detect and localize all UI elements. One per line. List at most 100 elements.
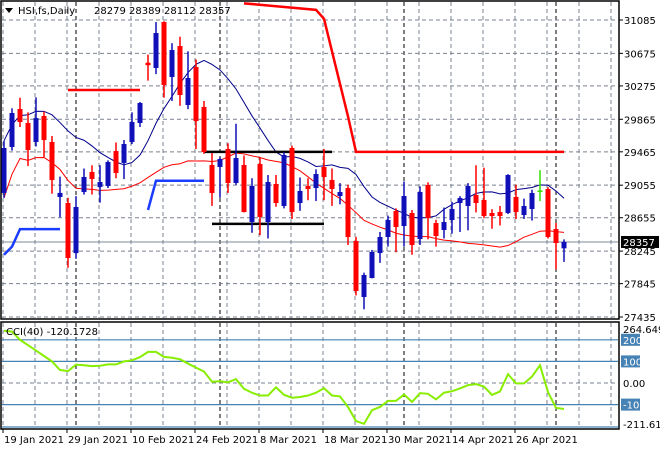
candle-body [425, 185, 431, 219]
candle-body [9, 113, 15, 148]
candle-body [233, 158, 239, 183]
candle [65, 197, 71, 268]
price-tick-label: 29055 [624, 181, 656, 192]
candle-body [393, 210, 399, 228]
price-tick-label: 27435 [624, 313, 656, 324]
candle-body [313, 174, 319, 189]
candle-body [361, 275, 367, 297]
date-tick-label: 26 Apr 2021 [516, 435, 578, 446]
candle-body [273, 183, 279, 204]
candle-body [145, 62, 151, 66]
candle-body [281, 154, 287, 207]
candle-body [329, 179, 335, 190]
candle-body [545, 189, 551, 238]
candle-body [441, 222, 447, 231]
candle-body [265, 182, 271, 223]
candle-body [17, 109, 23, 123]
candle-body [153, 33, 159, 69]
candle-body [529, 192, 535, 210]
candle-body [97, 182, 103, 187]
candle-body [1, 147, 7, 193]
candle-body [465, 185, 471, 207]
candle-body [353, 241, 359, 291]
date-tick-label: 24 Feb 2021 [196, 435, 258, 446]
candle-body [417, 192, 423, 240]
candle [505, 174, 511, 215]
cci-tick-label: 200 [623, 336, 642, 347]
last-price-label: 28357 [623, 238, 655, 249]
cci-tick-label: 100 [623, 357, 642, 368]
trading-chart[interactable]: 264.64922001000.00-100-211.614 310853067… [0, 0, 660, 450]
candle-body [105, 161, 111, 186]
date-tick-label: 30 Mar 2021 [388, 435, 451, 446]
candle-body [377, 237, 383, 254]
cci-label: CCI(40) -120.1728 [6, 327, 98, 338]
candle [369, 249, 375, 279]
candle-body [449, 209, 455, 221]
candle-body [249, 185, 255, 223]
candle-body [113, 151, 119, 173]
candle-body [41, 116, 47, 141]
candle-body [25, 123, 31, 151]
candle-body [369, 251, 375, 279]
symbol-label: HSI,fs,Daily [18, 6, 75, 17]
candle [1, 140, 7, 198]
price-tick-label: 29465 [624, 148, 656, 159]
ohlc-label: 28279 28389 28112 28357 [94, 6, 231, 17]
candle-body [305, 185, 311, 190]
candle-body [137, 102, 143, 124]
candle-body [457, 198, 463, 204]
candle-body [337, 192, 343, 197]
candle [289, 145, 295, 219]
candle-body [553, 229, 559, 244]
cci-tick-label: 0.00 [623, 379, 645, 390]
candle-body [65, 203, 71, 259]
candle [545, 187, 551, 239]
candle-body [241, 165, 247, 213]
candle-body [73, 206, 79, 254]
candle-body [505, 175, 511, 214]
date-tick-label: 14 Apr 2021 [452, 435, 514, 446]
candle-body [257, 164, 263, 217]
date-tick-label: 29 Jan 2021 [68, 435, 128, 446]
candle-body [209, 165, 215, 193]
candle [345, 184, 351, 245]
candle [281, 152, 287, 209]
candle-body [345, 188, 351, 238]
candle-body [481, 199, 487, 217]
candle-body [489, 213, 495, 217]
cci-tick-label: -100 [623, 401, 646, 412]
candle-body [81, 176, 87, 193]
candle-body [409, 213, 415, 245]
candle-body [521, 206, 527, 216]
candle-body [89, 171, 95, 179]
cci-tick-label: -211.614 [623, 420, 660, 431]
candle-body [321, 166, 327, 178]
candle-body [473, 195, 479, 204]
price-tick-label: 30275 [624, 82, 656, 93]
candle-body [217, 158, 223, 167]
date-tick-label: 18 Mar 2021 [324, 435, 387, 446]
candle-body [537, 190, 543, 192]
candle-body [121, 144, 127, 163]
candle-body [201, 106, 207, 152]
candle-body [185, 78, 191, 106]
candle-body [433, 223, 439, 237]
price-tick-label: 31085 [624, 16, 656, 27]
candle-body [297, 190, 303, 204]
candle [417, 186, 423, 245]
candle-body [513, 196, 519, 213]
candle [353, 236, 359, 296]
candle-body [561, 241, 567, 249]
price-tick-label: 28655 [624, 214, 656, 225]
candle-body [385, 220, 391, 238]
candle-body [33, 118, 39, 142]
date-tick-label: 8 Mar 2021 [260, 435, 317, 446]
date-tick-label: 19 Jan 2021 [4, 435, 64, 446]
candle [9, 108, 15, 151]
candle [105, 160, 111, 189]
price-tick-label: 29865 [624, 115, 656, 126]
candle-body [193, 67, 199, 122]
candle-body [401, 196, 407, 227]
price-tick-label: 27845 [624, 280, 656, 291]
